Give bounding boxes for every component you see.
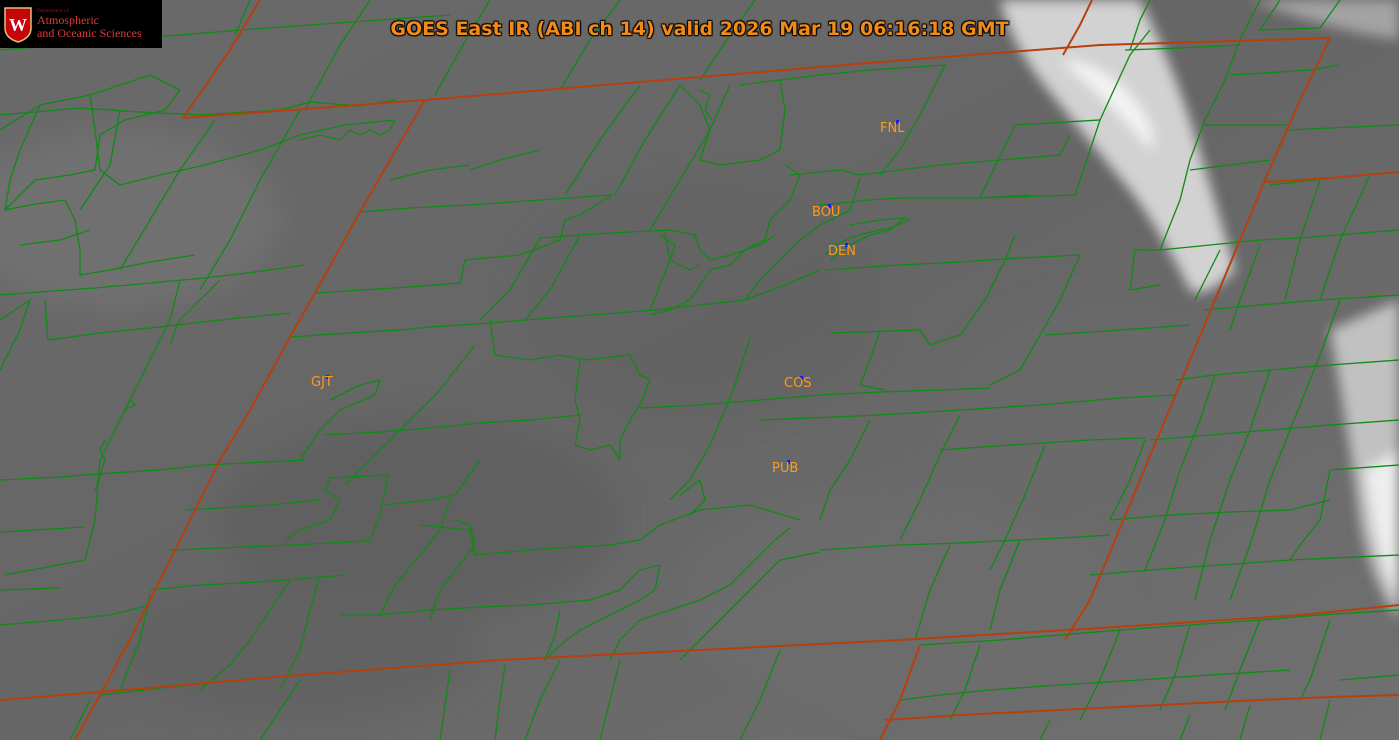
station-label-pub: PUB: [772, 461, 798, 476]
station-label-den: DEN: [828, 244, 856, 259]
station-pub[interactable]: PUB: [772, 460, 798, 476]
station-label-cos: COS: [784, 376, 812, 391]
station-label-fnl: FNL: [880, 121, 905, 136]
station-label-bou: BOU: [812, 205, 840, 220]
station-fnl[interactable]: FNL: [880, 120, 905, 136]
station-gjt[interactable]: GJT: [311, 375, 333, 390]
station-label-gjt: GJT: [311, 375, 333, 390]
department-logo[interactable]: W Department of Atmospheric and Oceanic …: [0, 0, 162, 48]
station-cos[interactable]: COS: [784, 376, 812, 391]
logo-line-2: and Oceanic Sciences: [37, 25, 142, 40]
logo-text: Department of Atmospheric and Oceanic Sc…: [37, 9, 142, 39]
uw-crest-icon: W: [4, 7, 32, 43]
logo-line-1: Atmospheric: [37, 13, 99, 28]
crest-letter: W: [9, 15, 27, 35]
station-bou[interactable]: BOU: [812, 204, 840, 220]
satellite-map: FNL BOU DEN GJT COS PUB: [0, 0, 1399, 740]
station-den[interactable]: DEN: [828, 243, 856, 259]
